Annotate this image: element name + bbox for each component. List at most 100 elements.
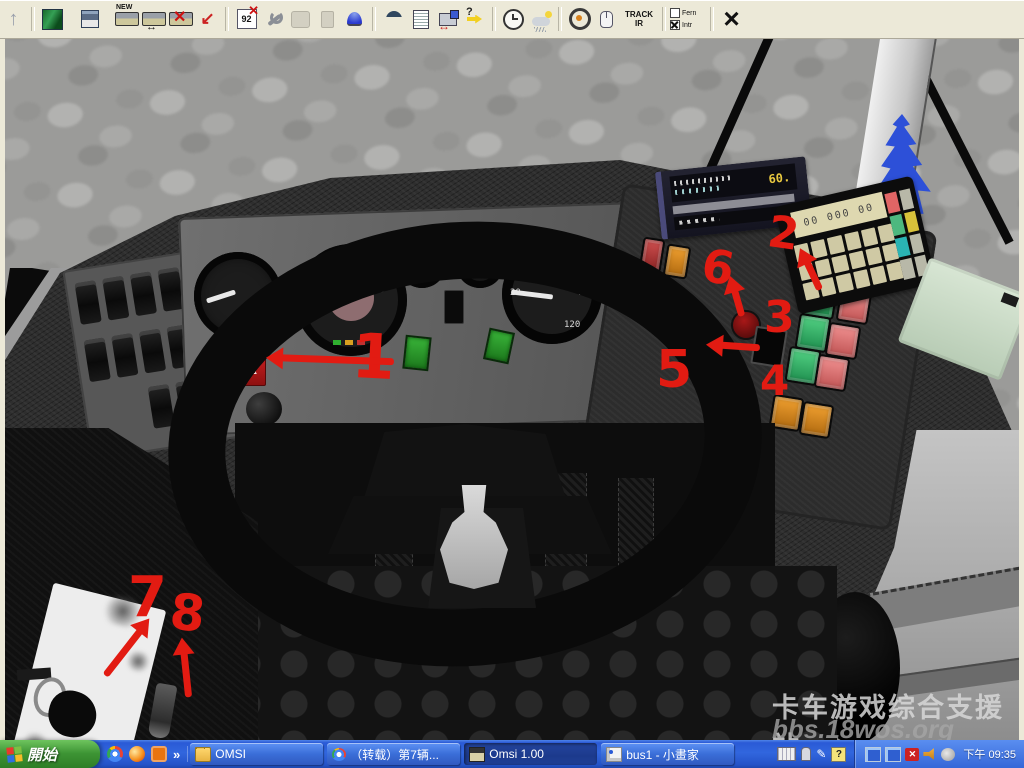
police-button[interactable] [380, 5, 407, 33]
console-button-orange-low-2[interactable] [798, 400, 835, 440]
door-button-red-3[interactable] [813, 353, 851, 393]
omsi-3d-viewport[interactable]: 20 40 60 80 100 120 △ [0, 38, 1024, 740]
taskbar-window-paint[interactable]: bus1 - 小畫家 [601, 743, 735, 765]
mouse-icon [600, 10, 613, 28]
close-button[interactable]: × [718, 5, 745, 33]
window-frame-left [0, 38, 5, 740]
fuel-button[interactable] [314, 5, 341, 33]
toolbar-separator [372, 7, 376, 31]
trackir-icon: TRACK IR [622, 10, 656, 28]
time-button[interactable] [500, 5, 527, 33]
network-icon[interactable] [885, 746, 902, 762]
new-bus-button[interactable]: NEW [113, 4, 140, 33]
keyboard-icon[interactable] [777, 747, 797, 761]
taskbar-window-label: Omsi 1.00 [489, 747, 544, 761]
trackir-line1: TRACK [625, 10, 653, 19]
rocker-switch[interactable] [83, 337, 111, 383]
taskbar-window-omsi-folder[interactable]: OMSI [190, 743, 324, 765]
toolbar-separator [492, 7, 496, 31]
toolbar-separator [710, 7, 714, 31]
taskbar-window-label: OMSI [215, 747, 246, 761]
omsi-app-icon [469, 746, 486, 762]
mouse-button[interactable] [593, 5, 620, 33]
taskbar-window-omsi-game[interactable]: Omsi 1.00 [464, 743, 598, 765]
quick-launch-more[interactable]: » [173, 747, 180, 762]
panel-smudge [17, 729, 53, 740]
alert-icon[interactable]: ✕ [905, 747, 920, 761]
fuel-pump-icon [321, 10, 334, 28]
start-button-label: 開始 [27, 746, 58, 764]
toolbar-separator [558, 7, 562, 31]
chrome-icon[interactable] [107, 746, 123, 762]
quick-launch: » [100, 746, 189, 762]
firefox-icon[interactable] [129, 746, 145, 762]
language-bar: ✎ ? [769, 746, 854, 762]
help-icon[interactable]: ? [831, 746, 847, 762]
annotation-number-4: 4 [760, 356, 790, 405]
swap-bus-button[interactable]: ↔ [140, 5, 167, 33]
chrome-icon [332, 747, 347, 761]
rocker-switch[interactable] [74, 280, 102, 325]
start-button[interactable]: 開始 [0, 740, 100, 768]
insert-button[interactable]: ↙ [194, 5, 221, 33]
bus-icon [114, 12, 139, 26]
trackir-button[interactable]: TRACK IR [620, 5, 658, 33]
volume-icon[interactable] [941, 747, 956, 761]
timetable-button[interactable] [407, 5, 434, 33]
rocker-switch[interactable] [129, 271, 158, 317]
wrench-icon [264, 9, 284, 29]
rocker-switch[interactable] [111, 333, 139, 378]
save-button[interactable] [76, 5, 103, 33]
trackir-line2: IR [635, 19, 643, 28]
rocker-switch[interactable] [102, 275, 130, 321]
calendar-x-icon: ✕ [248, 3, 259, 18]
question-icon: ? [466, 6, 473, 18]
network-icon[interactable] [865, 746, 882, 762]
annotation-number-3: 3 [764, 292, 795, 343]
windows-logo-icon [6, 745, 23, 763]
weather-button[interactable] [527, 5, 554, 33]
omsi-toolbar: ↑ NEW ↔ ✕ ↙ 92 ✕ ↔ ? TRACK IR Fern Intr … [0, 0, 1024, 39]
watermark-url: bbs.18wos.org [772, 714, 955, 740]
siren-icon [347, 12, 362, 26]
speaker-icon[interactable] [923, 748, 934, 760]
help-button[interactable]: ? [461, 5, 488, 33]
gauge-needle [205, 289, 237, 304]
taskbar-clock: 下午 09:35 [963, 749, 1016, 761]
paint-icon [606, 746, 623, 762]
desktop: ↑ NEW ↔ ✕ ↙ 92 ✕ ↔ ? TRACK IR Fern Intr … [0, 0, 1024, 768]
up-arrow-button[interactable]: ↑ [0, 5, 27, 33]
bag-icon [291, 10, 310, 28]
swap-arrows-icon: ↔ [146, 21, 157, 33]
siren-button[interactable] [341, 5, 368, 33]
printer-display-value: 60. [767, 170, 791, 187]
checkbox-row-intr[interactable]: Intr [670, 20, 706, 30]
close-x-icon: × [723, 3, 740, 34]
delete-bus-button[interactable]: ✕ [167, 5, 194, 33]
microphone-icon[interactable] [801, 747, 812, 761]
intr-checkbox-label: Intr [682, 21, 693, 29]
taskbar-window-browser[interactable]: （转载）第7辆... [327, 743, 461, 765]
printer-display-text2 [674, 185, 720, 196]
fern-checkbox-label: Fern [682, 9, 697, 17]
sandbag-button[interactable] [287, 5, 314, 33]
taskbar: 開始 » OMSI （转载）第7辆... Omsi 1.00 bus1 - 小畫… [0, 740, 1024, 768]
toolbar-separator [31, 7, 35, 31]
repair-button[interactable] [260, 5, 287, 33]
checkbox-row-fern[interactable]: Fern [670, 8, 706, 18]
rocker-switch[interactable] [138, 328, 167, 374]
system-tray: ✕ 下午 09:35 [854, 740, 1024, 768]
pen-icon[interactable]: ✎ [816, 747, 826, 761]
media-app-icon[interactable] [151, 746, 167, 762]
pc-link-button[interactable]: ↔ [434, 5, 461, 33]
save-icon [80, 10, 99, 28]
police-icon [385, 11, 402, 27]
fern-checkbox[interactable] [670, 8, 680, 18]
annotation-number-5: 5 [656, 340, 693, 400]
steering-button[interactable] [566, 5, 593, 33]
map-button[interactable] [39, 5, 66, 33]
map-icon [42, 8, 63, 30]
schedule-button[interactable]: 92 ✕ [233, 3, 260, 33]
intr-checkbox[interactable] [670, 20, 680, 30]
weather-icon [531, 10, 552, 32]
